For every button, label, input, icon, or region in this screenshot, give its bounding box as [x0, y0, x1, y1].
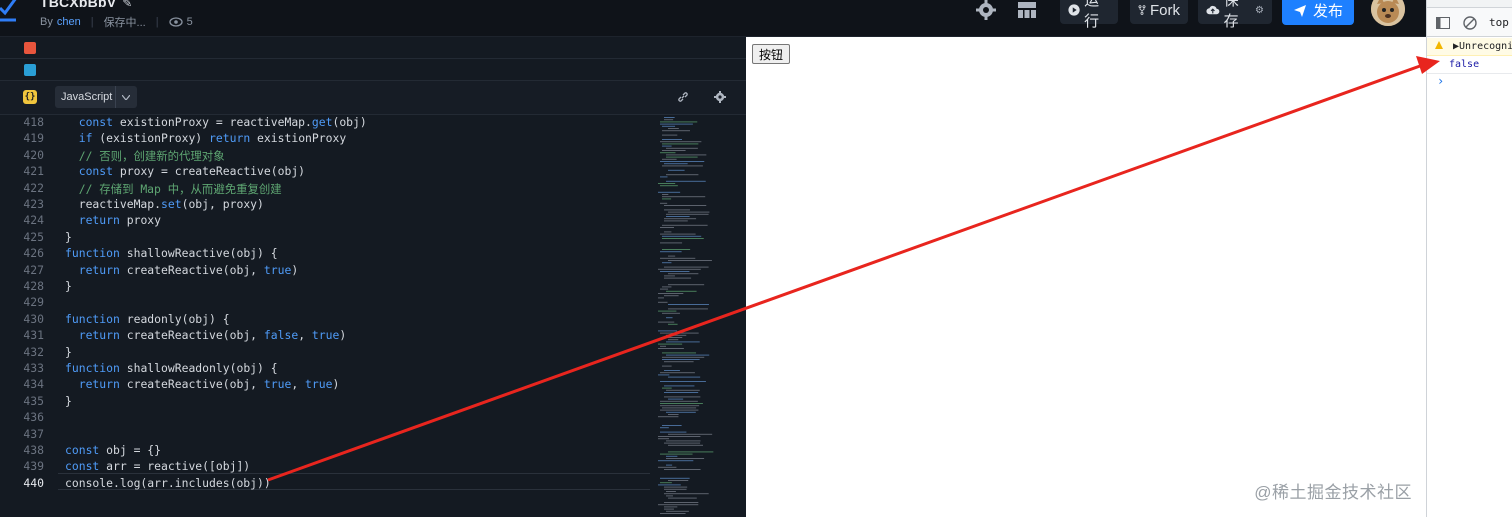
save-status: 保存中... — [103, 17, 146, 29]
line-number: 433 — [23, 361, 44, 375]
clear-console-icon[interactable] — [1463, 16, 1477, 30]
code-line[interactable]: return createReactive(obj, true, true) — [65, 377, 340, 391]
html-panel-collapsed[interactable] — [0, 37, 746, 59]
line-number: 431 — [23, 328, 44, 343]
log-value: false — [1449, 59, 1480, 70]
js-panel-toolbar: {} JavaScript — [0, 81, 746, 115]
send-icon — [1293, 4, 1306, 17]
line-number: 425 — [23, 229, 44, 244]
preview-button[interactable]: 按钮 — [752, 44, 791, 64]
layout-grid-icon[interactable] — [1017, 0, 1037, 20]
code-line[interactable]: if (existionProxy) return existionProxy — [65, 131, 346, 145]
cloud-upload-icon — [1206, 5, 1220, 15]
line-number: 432 — [23, 344, 44, 359]
line-number: 422 — [23, 180, 44, 195]
link-icon[interactable] — [676, 90, 690, 104]
console-prompt[interactable]: › — [1437, 74, 1444, 88]
line-number: 437 — [23, 426, 44, 441]
code-line[interactable]: function readonly(obj) { — [65, 312, 230, 326]
console-toolbar: top — [1427, 8, 1512, 37]
code-line[interactable]: console.log(arr.includes(obj)) — [65, 476, 271, 490]
author-link[interactable]: chen — [57, 16, 81, 28]
preview-pane: 按钮 @稀土掘金技术社区 — [746, 37, 1426, 517]
top-header: TBCXbBbV ✎ By chen | 保存中... | 5 运行 Fork 保… — [0, 0, 1426, 37]
warning-icon — [1435, 41, 1443, 49]
code-line[interactable]: } — [65, 345, 72, 359]
editor-settings-icon[interactable] — [713, 90, 727, 104]
code-line[interactable]: const obj = {} — [65, 443, 161, 457]
code-line[interactable]: return createReactive(obj, true) — [65, 263, 298, 277]
code-line[interactable]: function shallowReactive(obj) { — [65, 246, 278, 260]
code-line[interactable]: // 存储到 Map 中，从而避免重复创建 — [65, 181, 282, 197]
line-number: 428 — [23, 279, 44, 293]
project-meta: By chen | 保存中... | 5 — [40, 14, 193, 30]
line-number: 424 — [23, 213, 44, 228]
project-title[interactable]: TBCXbBbV ✎ — [40, 0, 133, 10]
console-log-row[interactable]: false — [1427, 57, 1512, 74]
code-line[interactable]: const arr = reactive([obj]) — [65, 459, 250, 473]
by-label: By — [40, 16, 53, 28]
code-line[interactable]: function shallowReadonly(obj) { — [65, 361, 278, 375]
code-line[interactable]: } — [65, 230, 72, 244]
run-button[interactable]: 运行 — [1060, 0, 1118, 30]
code-line[interactable]: const proxy = createReactive(obj) — [65, 164, 305, 178]
line-number: 435 — [23, 393, 44, 408]
play-icon — [1068, 4, 1080, 16]
fork-icon — [1138, 5, 1146, 15]
console-warning-row[interactable]: ▶Unrecogni — [1427, 38, 1512, 56]
user-avatar[interactable] — [1371, 0, 1405, 26]
watermark: @稀土掘金技术社区 — [1254, 483, 1412, 502]
line-number: 419 — [23, 131, 44, 146]
code-line[interactable]: } — [65, 279, 72, 293]
line-number: 439 — [23, 459, 44, 474]
app-logo-icon[interactable] — [0, 0, 20, 24]
javascript-icon: {} — [23, 90, 37, 104]
devtools-console: top ▶Unrecogni false › — [1426, 0, 1512, 517]
line-number: 427 — [23, 262, 44, 277]
meta-divider: | — [155, 16, 159, 28]
line-number: 418 — [23, 115, 44, 129]
context-select[interactable]: top — [1489, 16, 1509, 29]
language-select[interactable]: JavaScript — [55, 86, 137, 108]
settings-gear-icon[interactable] — [975, 0, 997, 20]
line-number: 430 — [23, 311, 44, 326]
line-number: 420 — [23, 147, 44, 162]
save-settings-icon[interactable]: ⚙ — [1255, 5, 1264, 16]
view-count: 5 — [168, 16, 193, 28]
save-button[interactable]: 保存 ⚙ — [1198, 0, 1272, 30]
line-number: 426 — [23, 246, 44, 261]
css-icon — [24, 64, 36, 76]
code-line[interactable]: reactiveMap.set(obj, proxy) — [65, 197, 264, 211]
line-number: 423 — [23, 197, 44, 211]
code-line[interactable]: return proxy — [65, 213, 161, 227]
fork-button[interactable]: Fork — [1130, 0, 1188, 24]
line-number: 440 — [23, 475, 44, 490]
code-line[interactable]: return createReactive(obj, false, true) — [65, 328, 346, 342]
line-number: 434 — [23, 377, 44, 392]
devtools-tabs — [1427, 0, 1512, 8]
publish-button[interactable]: 发布 — [1282, 0, 1354, 25]
code-line[interactable]: // 否则，创建新的代理对象 — [65, 148, 225, 164]
line-number: 421 — [23, 164, 44, 179]
code-line[interactable]: const existionProxy = reactiveMap.get(ob… — [65, 115, 367, 129]
css-panel-collapsed[interactable] — [0, 59, 746, 81]
edit-pencil-icon[interactable]: ✎ — [122, 0, 132, 10]
sidebar-toggle-icon[interactable] — [1436, 17, 1450, 29]
line-number: 438 — [23, 443, 44, 457]
meta-divider: | — [90, 16, 94, 28]
code-editor-panel: {} JavaScript 418 const existionProxy = … — [0, 37, 746, 517]
html-icon — [24, 42, 36, 54]
code-minimap[interactable] — [650, 115, 746, 517]
eye-icon — [168, 17, 183, 27]
line-number: 429 — [23, 295, 44, 310]
code-area[interactable]: 418 const existionProxy = reactiveMap.ge… — [0, 115, 746, 517]
chevron-down-icon — [115, 86, 135, 108]
line-number: 436 — [23, 410, 44, 425]
code-line[interactable]: } — [65, 394, 72, 408]
